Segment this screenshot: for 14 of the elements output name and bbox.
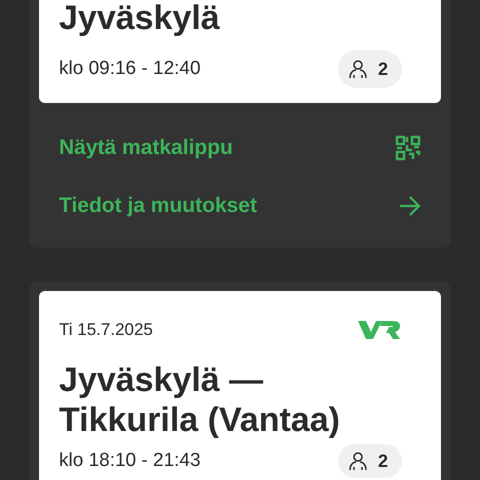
trip-title: Jyväskylä bbox=[59, 0, 221, 38]
trip-time: klo 09:16 - 12:40 bbox=[59, 56, 201, 81]
trip-time: klo 18:10 - 21:43 bbox=[59, 448, 201, 473]
trip-date: Ti 15.7.2025 bbox=[59, 319, 153, 342]
trip-title: Jyväskylä — Tikkurila (Vantaa) bbox=[59, 360, 341, 440]
passenger-count: 2 bbox=[378, 450, 388, 472]
passenger-count: 2 bbox=[378, 58, 388, 80]
person-icon bbox=[348, 451, 368, 471]
person-icon bbox=[348, 59, 368, 79]
logo-icon bbox=[358, 320, 401, 340]
action-link[interactable]: Näytä matkalippu bbox=[39, 119, 441, 177]
arrow-right-icon bbox=[399, 196, 421, 216]
qr-code-icon bbox=[395, 135, 421, 161]
action-link[interactable]: Tiedot ja muutokset bbox=[39, 177, 441, 235]
